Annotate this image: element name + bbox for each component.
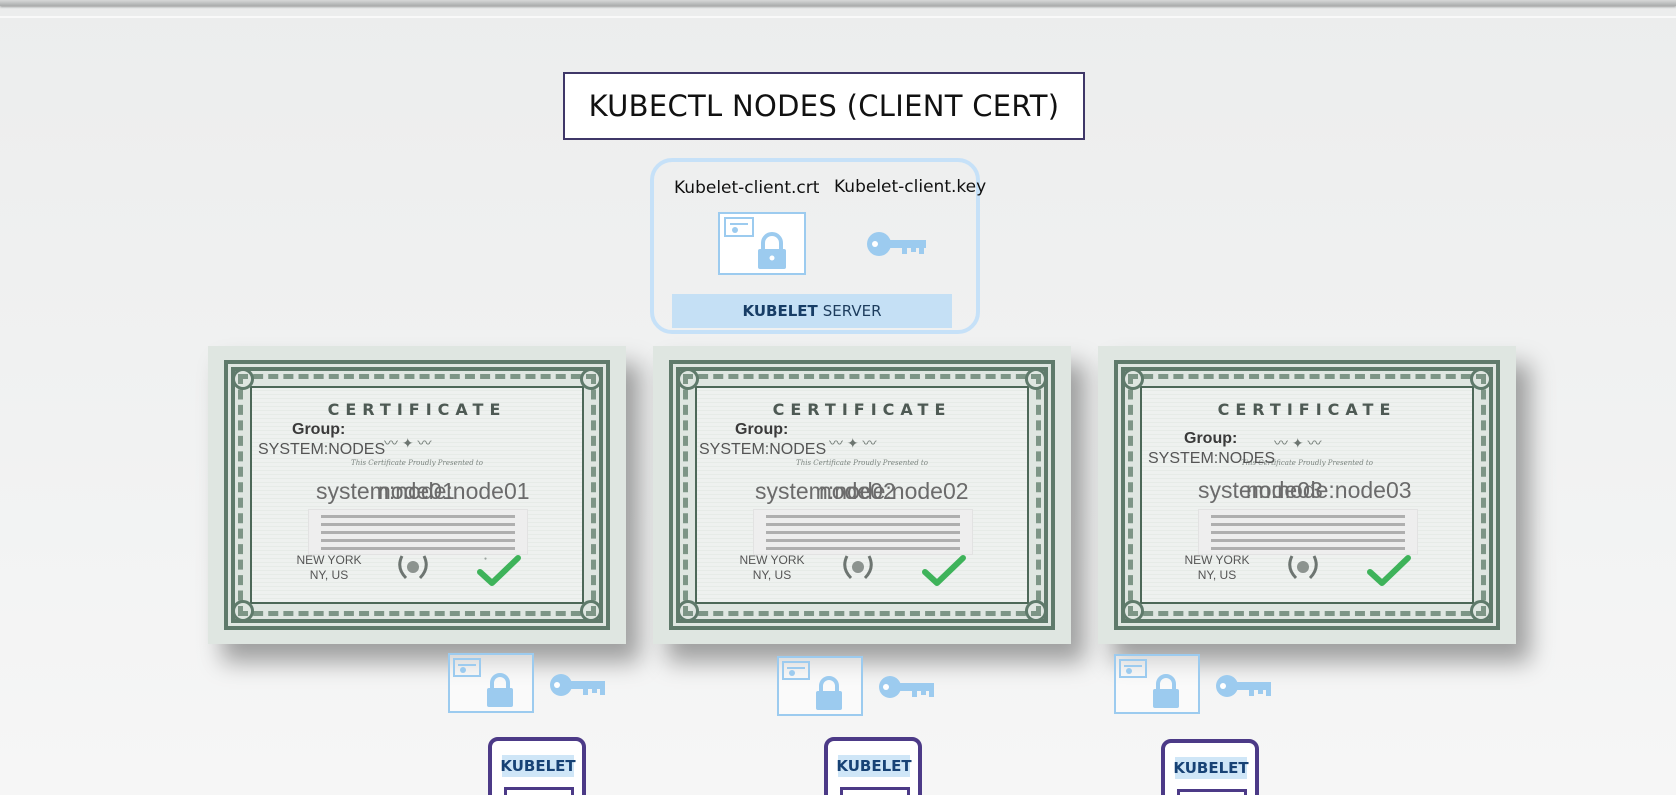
- kubelet-row: KUBELET KUBELET KUBELET: [0, 0, 1676, 795]
- kubelet-node03: KUBELET: [1161, 739, 1259, 795]
- kubelet-label: KUBELET: [836, 755, 912, 777]
- kubelet-node02: KUBELET: [824, 737, 922, 795]
- kubelet-label: KUBELET: [1173, 757, 1249, 779]
- kubelet-inner-frame: [504, 787, 574, 795]
- kubelet-inner-frame: [840, 787, 910, 795]
- kubelet-inner-frame: [1177, 789, 1247, 795]
- kubelet-label: KUBELET: [500, 755, 576, 777]
- kubelet-node01: KUBELET: [488, 737, 586, 795]
